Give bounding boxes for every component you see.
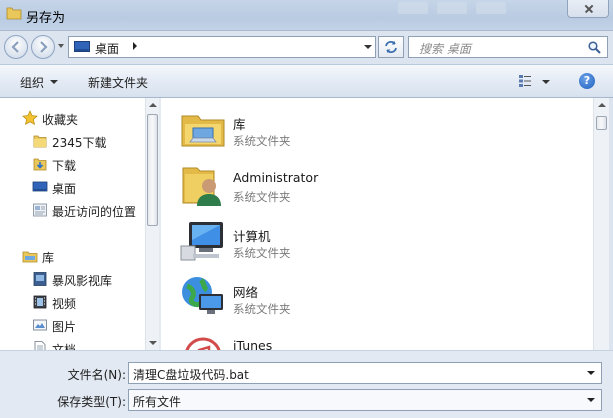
sidebar-item-documents[interactable]: 文档 xyxy=(0,338,145,350)
documents-icon xyxy=(34,341,46,350)
address-row: 桌面 搜索 桌面 xyxy=(0,30,613,64)
navigation-scrollbar[interactable] xyxy=(145,98,159,350)
close-button[interactable] xyxy=(567,0,609,18)
ghost-button xyxy=(437,2,467,14)
forward-arrow-icon xyxy=(40,41,48,53)
file-name: 库 xyxy=(233,117,246,132)
sidebar-item-recent-places[interactable]: 最近访问的位置 xyxy=(0,200,145,220)
list-item[interactable]: Administrator 系统文件夹 xyxy=(161,154,593,210)
scroll-up-arrow-icon[interactable] xyxy=(149,103,157,107)
ghost-button xyxy=(398,2,428,14)
search-placeholder: 搜索 桌面 xyxy=(419,42,471,56)
address-path[interactable]: 桌面 xyxy=(95,40,119,57)
scroll-down-arrow-icon[interactable] xyxy=(149,341,157,345)
file-list: 库 系统文件夹 Administrator 系统文件夹 计算机 系统文件夹 网络… xyxy=(161,98,593,350)
sidebar-item-label: 图片 xyxy=(52,320,77,334)
file-type: 系统文件夹 xyxy=(233,246,291,260)
sidebar-item-pictures[interactable]: 图片 xyxy=(0,315,145,335)
sidebar-item-label: 下载 xyxy=(52,159,77,173)
sidebar-favorites-header[interactable]: 收藏夹 xyxy=(0,108,145,128)
folder-icon xyxy=(33,135,47,148)
scrollbar-thumb[interactable] xyxy=(596,116,607,130)
help-button[interactable]: ? xyxy=(579,73,595,89)
file-name: 网络 xyxy=(233,285,259,300)
sidebar-section-label: 库 xyxy=(42,251,55,265)
scroll-up-arrow-icon[interactable] xyxy=(598,103,606,107)
list-item[interactable]: 网络 系统文件夹 xyxy=(161,266,593,322)
chevron-down-icon[interactable] xyxy=(50,80,58,84)
sidebar-item-label: 暴风影视库 xyxy=(52,274,113,288)
filename-value[interactable]: 清理C盘垃圾代码.bat xyxy=(133,366,249,383)
downloads-folder-icon xyxy=(33,158,47,171)
chevron-down-icon[interactable] xyxy=(542,80,550,84)
computer-icon xyxy=(180,222,223,261)
folder-icon xyxy=(6,7,22,20)
list-item[interactable]: iTunes xyxy=(161,322,593,350)
search-icon[interactable] xyxy=(588,41,601,54)
chevron-down-icon[interactable] xyxy=(587,371,595,375)
sidebar-item-label: 桌面 xyxy=(52,182,77,196)
sidebar-section-label: 收藏夹 xyxy=(42,113,79,127)
file-name: iTunes xyxy=(233,338,273,350)
search-box[interactable]: 搜索 桌面 xyxy=(408,36,608,58)
list-item[interactable]: 库 系统文件夹 xyxy=(161,98,593,154)
network-icon xyxy=(182,277,223,314)
file-name: Administrator xyxy=(233,170,319,185)
address-bar[interactable]: 桌面 xyxy=(68,36,376,58)
navigation-pane: 收藏夹 2345下载 下载 桌面 最近访问的位置 库 暴风影视库 视频 图片 文… xyxy=(0,98,145,350)
filetype-value[interactable]: 所有文件 xyxy=(133,393,181,410)
sidebar-item-media-library[interactable]: 暴风影视库 xyxy=(0,269,145,289)
back-arrow-icon xyxy=(11,41,19,53)
new-folder-button[interactable]: 新建文件夹 xyxy=(88,74,148,91)
media-library-icon xyxy=(33,272,47,286)
refresh-button[interactable] xyxy=(378,36,404,58)
forward-button[interactable] xyxy=(31,35,55,59)
sidebar-item-downloads[interactable]: 下载 xyxy=(0,154,145,174)
libraries-icon xyxy=(22,251,38,263)
back-button[interactable] xyxy=(4,35,28,59)
star-icon xyxy=(22,110,38,125)
sidebar-item-label: 2345下载 xyxy=(52,136,107,150)
sidebar-item-label: 最近访问的位置 xyxy=(52,205,137,219)
sidebar-item-2345-downloads[interactable]: 2345下载 xyxy=(0,131,145,151)
list-item[interactable]: 计算机 系统文件夹 xyxy=(161,210,593,266)
filetype-select[interactable]: 所有文件 xyxy=(128,389,602,411)
video-icon xyxy=(33,295,47,309)
toolbar: 组织 新建文件夹 ? xyxy=(0,64,613,98)
window-title: 另存为 xyxy=(26,11,66,26)
sidebar-item-label: 视频 xyxy=(52,297,77,311)
desktop-icon xyxy=(32,181,48,192)
file-type: 系统文件夹 xyxy=(233,302,291,316)
file-type: 系统文件夹 xyxy=(233,190,291,204)
desktop-icon xyxy=(74,41,90,52)
ghost-button xyxy=(476,2,506,14)
filetype-label: 保存类型(T): xyxy=(57,395,126,409)
sidebar-libraries-header[interactable]: 库 xyxy=(0,246,145,266)
file-name: 计算机 xyxy=(233,229,271,244)
breadcrumb-chevron-icon[interactable] xyxy=(133,42,137,50)
address-dropdown[interactable] xyxy=(359,37,375,57)
save-options: 文件名(N): 清理C盘垃圾代码.bat 保存类型(T): 所有文件 xyxy=(0,350,613,418)
sidebar-item-label: 文档 xyxy=(52,343,77,350)
title-bar: 另存为 xyxy=(0,0,613,31)
refresh-icon xyxy=(385,41,397,53)
sidebar-item-videos[interactable]: 视频 xyxy=(0,292,145,312)
sidebar-item-desktop[interactable]: 桌面 xyxy=(0,177,145,197)
chevron-down-icon[interactable] xyxy=(587,398,595,402)
recent-places-icon xyxy=(33,203,47,217)
file-type: 系统文件夹 xyxy=(233,134,291,148)
filename-field[interactable]: 清理C盘垃圾代码.bat xyxy=(128,362,602,384)
itunes-icon xyxy=(185,337,221,350)
organize-menu[interactable]: 组织 xyxy=(20,74,44,91)
content-scrollbar[interactable] xyxy=(593,98,609,350)
view-options-icon[interactable] xyxy=(518,74,532,88)
scrollbar-thumb[interactable] xyxy=(147,114,158,226)
recent-pages-dropdown[interactable] xyxy=(58,44,64,48)
filename-label: 文件名(N): xyxy=(67,368,126,382)
libraries-folder-icon xyxy=(181,115,225,147)
pictures-icon xyxy=(33,319,47,331)
user-folder-icon xyxy=(182,167,221,206)
